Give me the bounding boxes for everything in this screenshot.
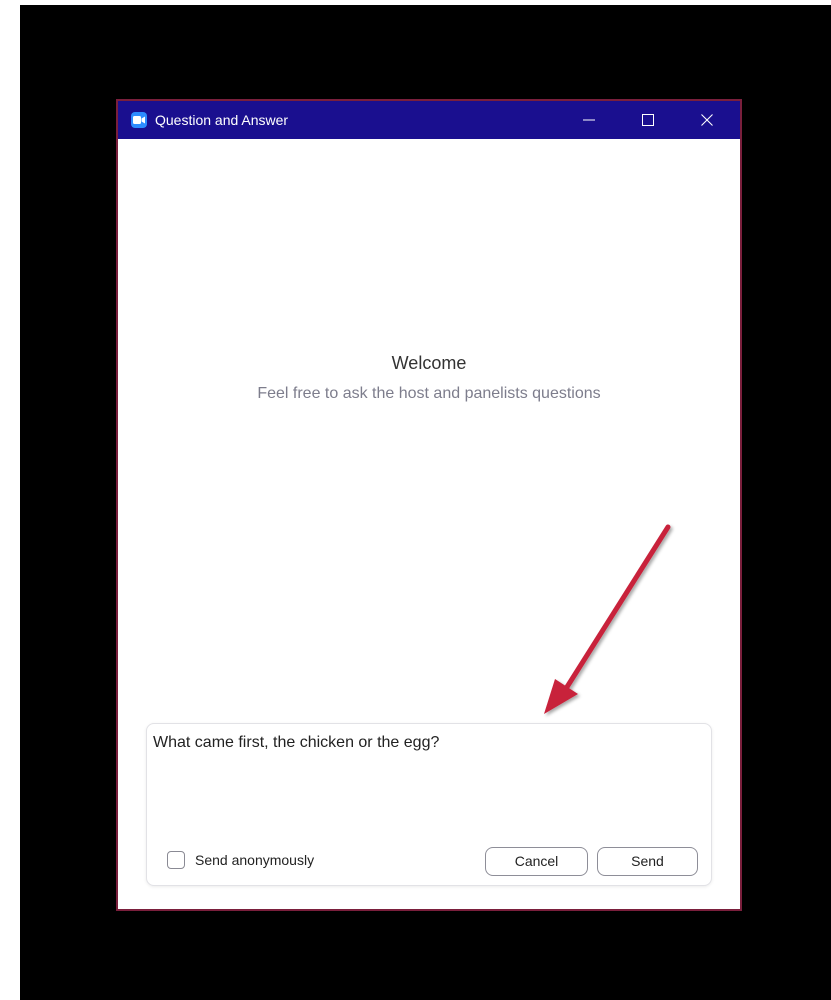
- maximize-icon: [642, 114, 654, 126]
- maximize-button[interactable]: [625, 101, 671, 139]
- screenshot-stage: Question and Answer Welcome Feel free to…: [0, 0, 831, 1000]
- welcome-title: Welcome: [391, 353, 467, 373]
- question-input[interactable]: What came first, the chicken or the egg?: [153, 734, 703, 824]
- zoom-app-icon: [131, 112, 147, 128]
- cancel-button[interactable]: Cancel: [485, 847, 588, 876]
- send-button[interactable]: Send: [597, 847, 698, 876]
- send-anonymously-label: Send anonymously: [195, 852, 315, 868]
- minimize-button[interactable]: [566, 101, 612, 139]
- send-anonymously-checkbox[interactable]: [167, 851, 185, 869]
- qa-window: Question and Answer Welcome Feel free to…: [116, 99, 742, 911]
- window-title: Question and Answer: [155, 112, 289, 128]
- minimize-icon: [583, 119, 595, 121]
- welcome-subtitle: Feel free to ask the host and panelists …: [257, 385, 601, 402]
- question-compose-box: What came first, the chicken or the egg?…: [146, 723, 712, 886]
- close-button[interactable]: [684, 101, 730, 139]
- title-bar[interactable]: Question and Answer: [118, 101, 740, 139]
- qa-content: Welcome Feel free to ask the host and pa…: [118, 139, 740, 909]
- close-icon: [701, 114, 713, 126]
